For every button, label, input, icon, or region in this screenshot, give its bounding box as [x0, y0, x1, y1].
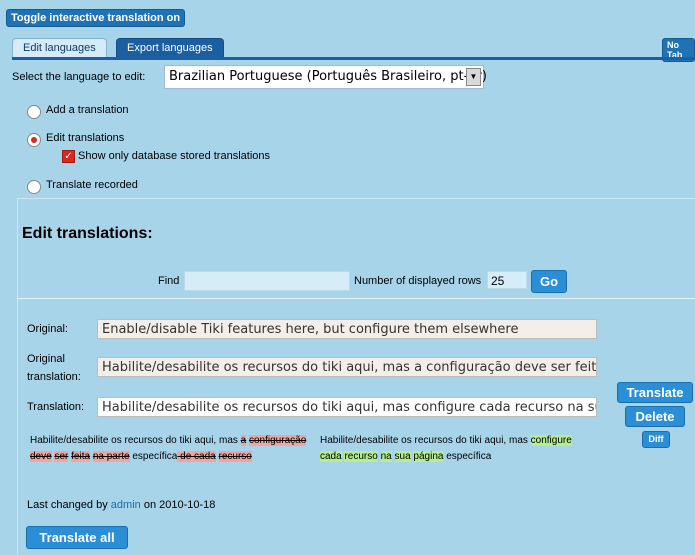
diff-removed-text: Habilite/desabilite os recursos do tiki … [30, 433, 312, 465]
original-translation-label-2: translation: [27, 371, 81, 383]
user-link[interactable]: admin [111, 499, 141, 511]
diff-inserted-segment: na [380, 451, 392, 462]
show-db-checkbox-label: Show only database stored translations [78, 150, 271, 162]
tab-bar-divider [12, 57, 695, 60]
diff-deleted-segment: deve [30, 451, 52, 462]
find-label: Find [158, 275, 180, 287]
last-changed-middle: on [140, 499, 160, 511]
last-changed-info: Last changed by admin on 2010-10-18 [27, 499, 215, 511]
diff-deleted-segment: configuração [249, 435, 307, 446]
dropdown-arrow-icon[interactable]: ▼ [466, 68, 481, 86]
diff-inserted-segment: cada [320, 451, 342, 462]
last-changed-date: 2010-10-18 [159, 499, 216, 511]
radio-edit-translations[interactable] [27, 133, 41, 147]
diff-inserted-segment: configure [530, 435, 572, 446]
last-changed-prefix: Last changed by [27, 499, 111, 511]
delete-button[interactable]: Delete [625, 406, 685, 427]
translation-label: Translation: [27, 401, 85, 413]
diff-deleted-segment: ser [54, 451, 69, 462]
diff-inserted-segment: recurso [344, 451, 378, 462]
original-field: Enable/disable Tiki features here, but c… [97, 319, 597, 339]
original-translation-label: Original [27, 353, 65, 365]
language-select[interactable]: Brazilian Portuguese (Português Brasilei… [164, 65, 487, 89]
language-select-label: Select the language to edit: [12, 71, 146, 83]
diff-inserted-segment: página [413, 451, 444, 462]
rows-label: Number of displayed rows [354, 275, 482, 287]
tab-export-languages[interactable]: Export languages [116, 38, 224, 57]
translate-button[interactable]: Translate [617, 382, 693, 403]
diff-segment: Habilite/desabilite os recursos do tiki … [30, 435, 241, 446]
rows-input[interactable]: 25 [487, 271, 527, 289]
translation-field[interactable]: Habilite/desabilite os recursos do tiki … [97, 397, 597, 417]
page-title: Edit translations: [22, 225, 153, 242]
diff-segment: Habilite/desabilite os recursos do tiki … [320, 435, 531, 446]
language-select-value: Brazilian Portuguese (Português Brasilei… [169, 69, 487, 84]
tab-edit-languages[interactable]: Edit languages [12, 38, 107, 57]
radio-edit-translations-label: Edit translations [46, 132, 125, 144]
diff-deleted-segment: na parte [92, 451, 130, 462]
diff-deleted-segment: recurso [218, 451, 252, 462]
diff-inserted-segment: sua [394, 451, 411, 462]
divider [17, 298, 695, 299]
diff-segment: específica [129, 451, 178, 462]
diff-deleted-segment: de cada [177, 451, 216, 462]
radio-translate-recorded-label: Translate recorded [46, 179, 138, 191]
show-db-checkbox[interactable]: ✓ [62, 150, 75, 163]
find-input[interactable] [184, 271, 350, 291]
translate-all-button[interactable]: Translate all [26, 526, 128, 549]
original-translation-field: Habilite/desabilite os recursos do tiki … [97, 357, 597, 377]
diff-button[interactable]: Diff [642, 431, 670, 448]
diff-added-text: Habilite/desabilite os recursos do tiki … [320, 433, 580, 465]
radio-add-translation[interactable] [27, 105, 41, 119]
radio-add-translation-label: Add a translation [46, 104, 129, 116]
diff-deleted-segment: feita [71, 451, 91, 462]
original-label: Original: [27, 323, 68, 335]
radio-translate-recorded[interactable] [27, 180, 41, 194]
go-button[interactable]: Go [531, 270, 567, 293]
diff-segment: específica [443, 451, 492, 462]
toggle-interactive-translation-button[interactable]: Toggle interactive translation on [6, 9, 186, 27]
